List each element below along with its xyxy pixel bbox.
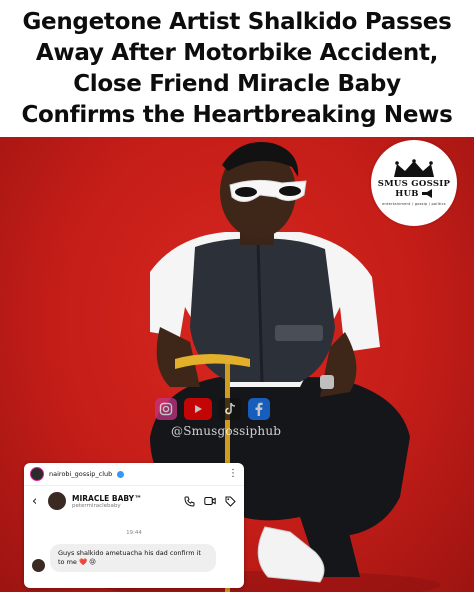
crown-icon [394,158,434,177]
brand-name-row: HUB [395,189,433,199]
social-icons-row [155,397,315,421]
more-options-icon: ⋮ [228,468,238,479]
brand-handle: @Smusgossiphub [171,424,282,438]
message-bubble: Guys shalkido ametuacha his dad confirm … [50,544,216,572]
chat-actions [184,496,236,507]
video-call-icon [204,497,216,505]
back-arrow-icon: ‹ [32,493,38,509]
facebook-icon [248,398,270,420]
headline-line-2: Away After Motorbike Accident, [35,39,439,66]
headline-title: Gengetone Artist Shalkido Passes Away Af… [15,7,458,131]
chat-header: ‹ MIRACLE BABY™ petermiraclebaby [24,486,244,516]
post-account-bar: nairobi_gossip_club ⋮ [24,463,244,486]
instagram-dm-screenshot: nairobi_gossip_club ⋮ ‹ MIRACLE BABY™ pe… [24,463,244,588]
brand-name-line-1: SMUS GOSSIP [377,178,451,189]
account-avatar [30,467,44,481]
brand-tagline: entertainment / gossip / politics [382,201,446,206]
chat-handle: petermiraclebaby [72,502,121,509]
headline-line-4: Confirms the Heartbreaking News [21,101,453,128]
tag-icon [225,496,236,507]
instagram-icon [155,398,177,420]
headline-banner: Gengetone Artist Shalkido Passes Away Af… [0,0,474,137]
megaphone-icon [421,189,432,198]
brand-badge-logo: SMUS GOSSIP HUB entertainment / gossip /… [371,140,457,226]
headline-line-1: Gengetone Artist Shalkido Passes [22,8,452,35]
phone-icon [184,496,195,507]
message-row: Guys shalkido ametuacha his dad confirm … [24,544,244,572]
chat-avatar [48,492,66,510]
account-name: nairobi_gossip_club [49,470,113,478]
message-timestamp: 19:44 [126,530,142,536]
chat-identity: MIRACLE BABY™ petermiraclebaby [72,494,142,509]
tiktok-icon [219,398,241,420]
headline-line-3: Close Friend Miracle Baby [73,70,401,97]
chat-name: MIRACLE BABY™ [72,493,142,503]
verified-badge-icon [117,470,125,478]
brand-name-line-2: HUB [395,188,419,199]
sender-avatar [32,559,45,572]
youtube-icon [184,398,212,420]
